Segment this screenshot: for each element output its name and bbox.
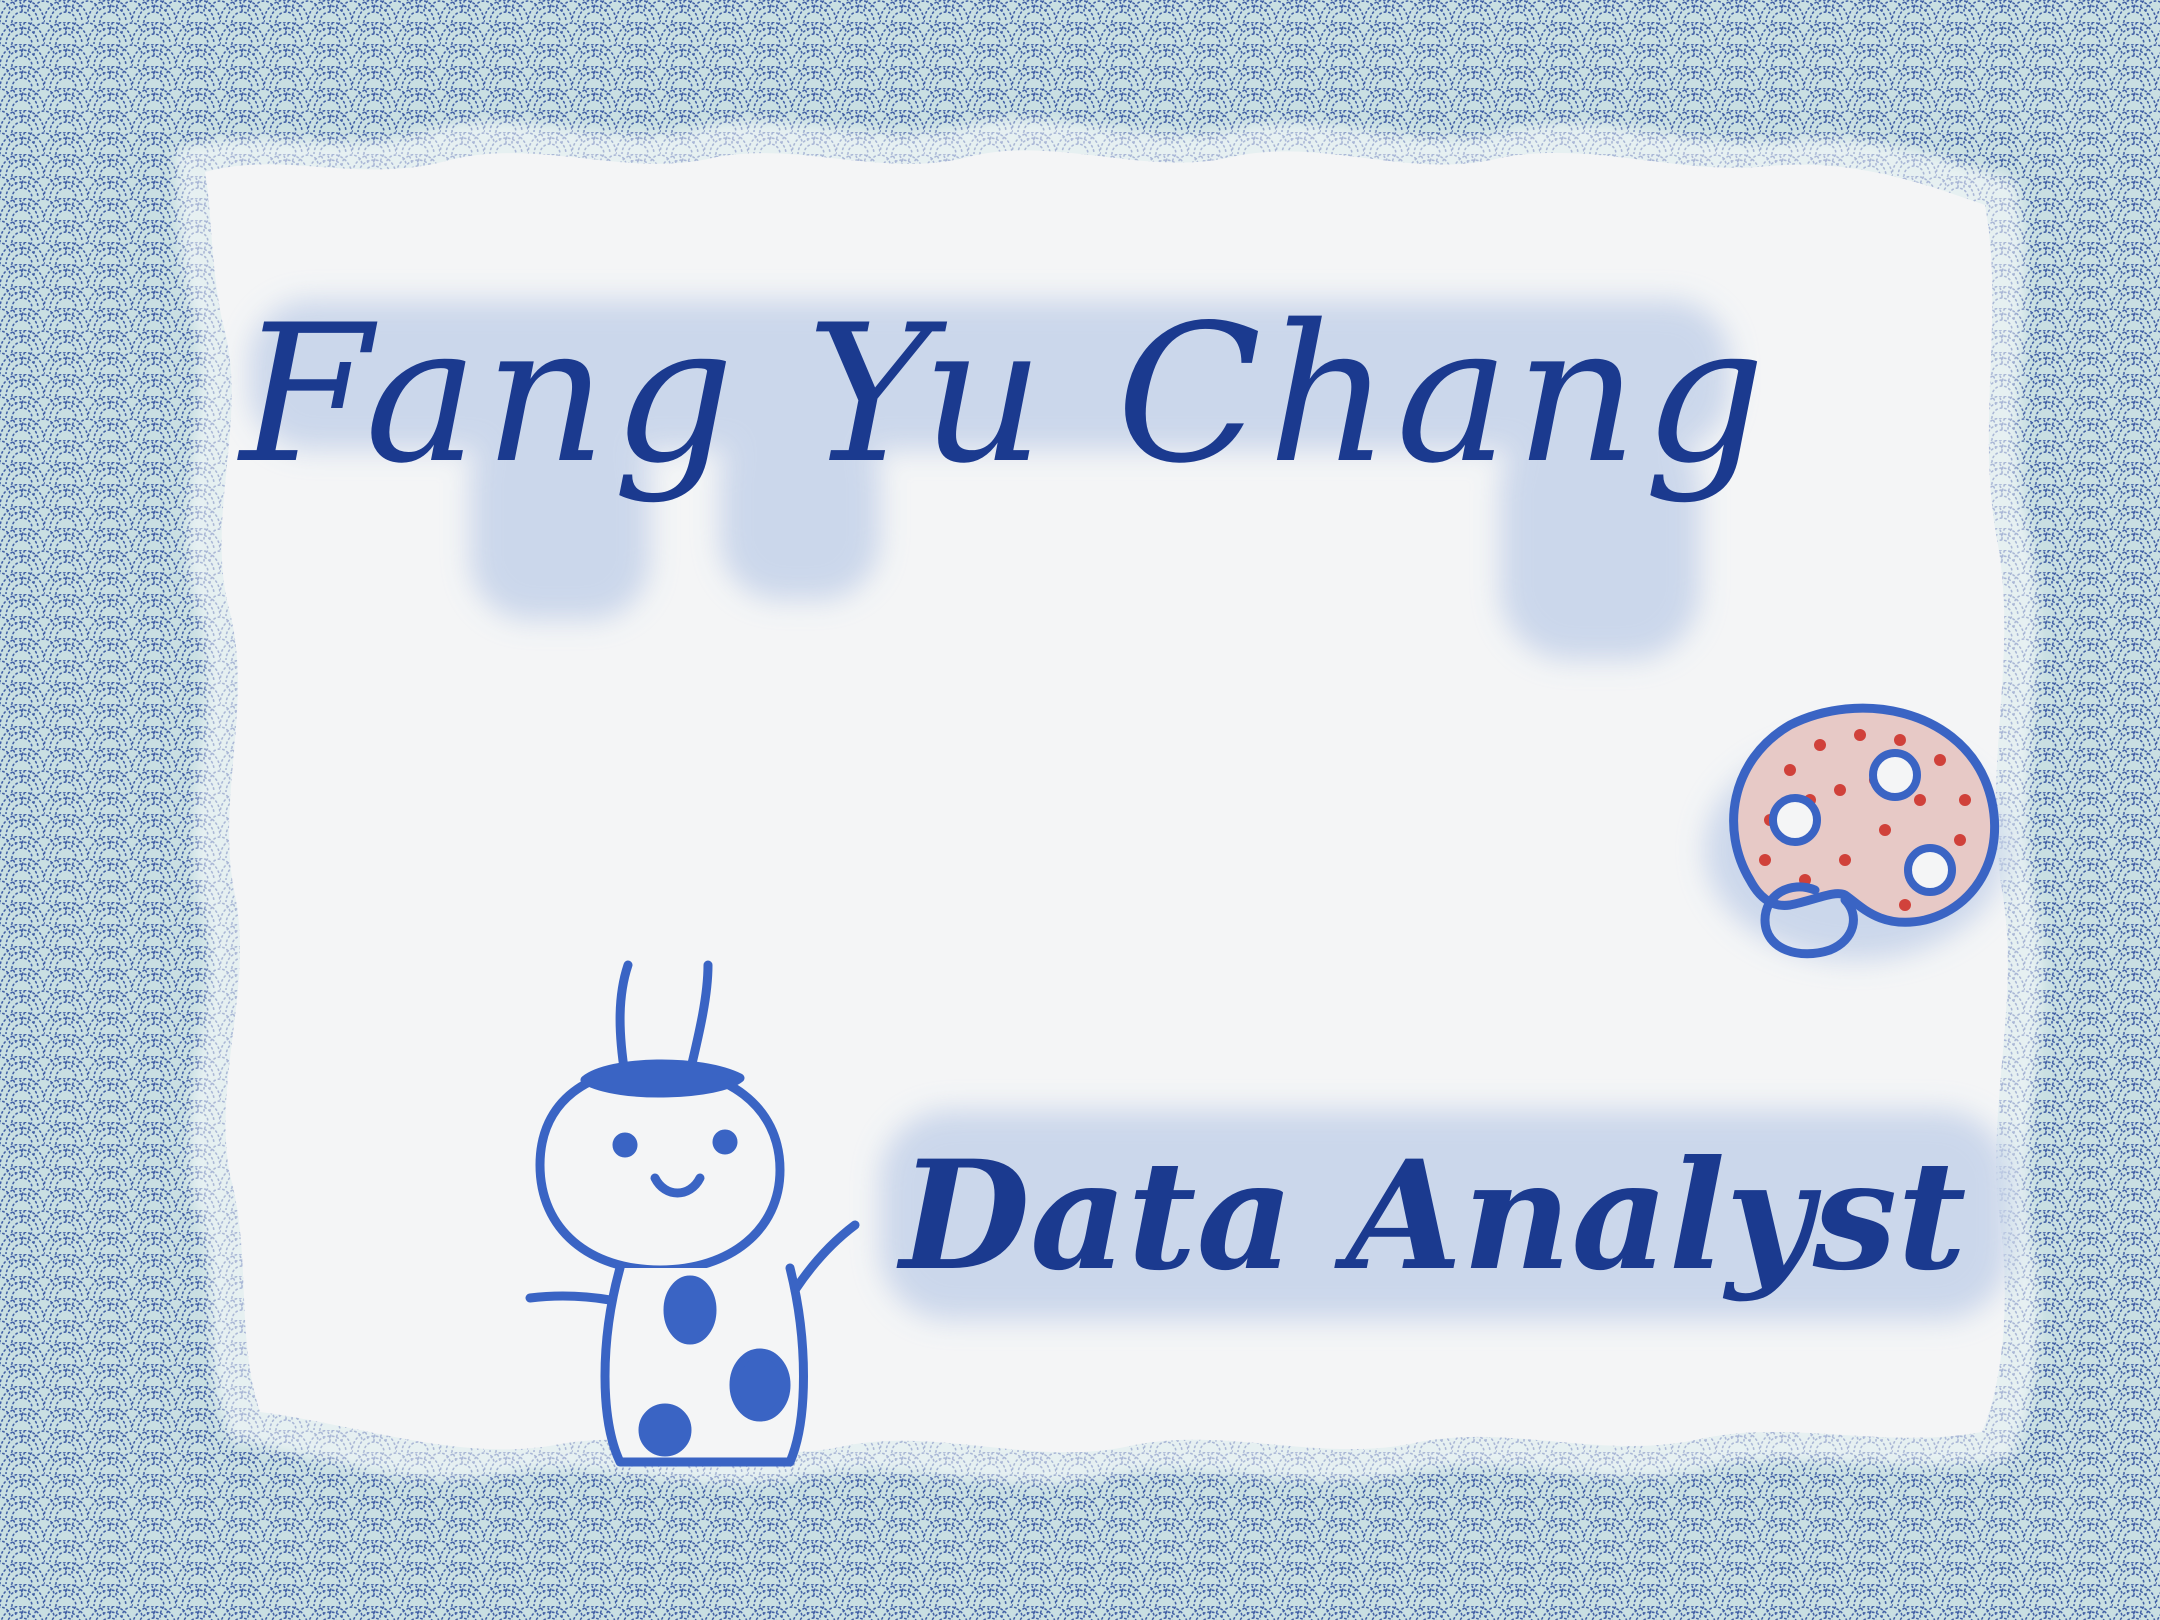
person-name: Fang Yu Chang: [237, 284, 1771, 505]
job-title: Data Analyst: [896, 1128, 1966, 1304]
name-card-canvas: Fang Yu Chang Data Analyst: [0, 0, 2160, 1620]
